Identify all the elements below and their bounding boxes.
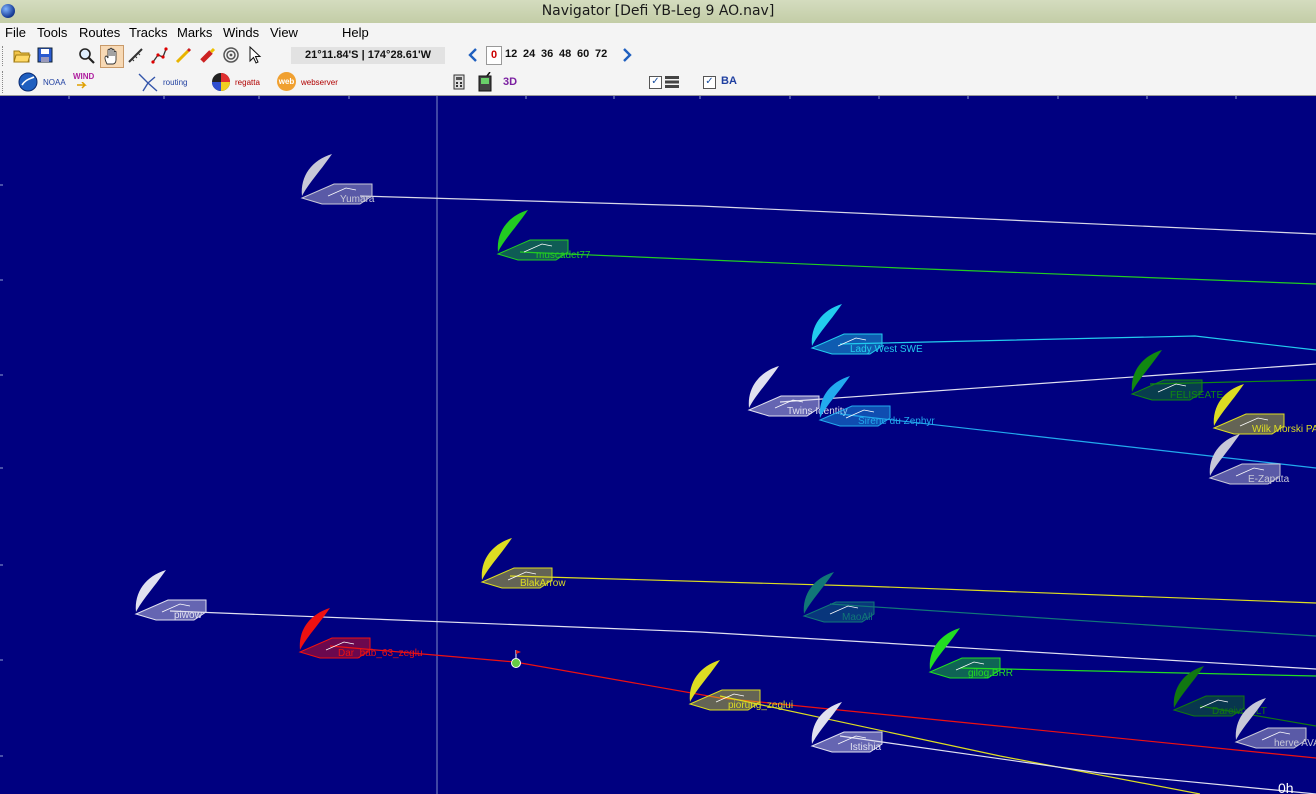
gps-device-icon[interactable] — [476, 72, 494, 92]
position-readout: 21°11.84'S | 174°28.61'W — [291, 47, 445, 64]
boat-name-label: BlakArrow — [520, 578, 566, 589]
plugin-toolbar: NOAA WIND routing regatta web webserver … — [0, 68, 1316, 96]
boat-name-label: FELISEATE — [1170, 390, 1223, 401]
menu-view[interactable]: View — [270, 25, 298, 40]
route-tool-icon[interactable] — [151, 47, 168, 64]
target-icon[interactable] — [222, 46, 240, 64]
hand-icon — [104, 47, 117, 65]
layer-checkbox[interactable]: ✓ — [649, 76, 662, 89]
ba-label: BA — [721, 75, 737, 87]
view-3d-button[interactable]: 3D — [503, 76, 517, 88]
hour-0-button[interactable]: 0 — [486, 46, 502, 65]
boat-name-label: Yumara — [340, 194, 375, 205]
eraser-icon[interactable] — [199, 47, 216, 64]
boat-name-label: Lady West SWE — [850, 344, 923, 355]
menu-marks[interactable]: Marks — [177, 25, 212, 40]
boat-name-label: Sirene du Zephyr — [858, 416, 935, 427]
window-title: Navigator [Defi YB-Leg 9 AO.nav] — [541, 3, 775, 19]
pan-button[interactable] — [100, 45, 124, 68]
wind-label[interactable]: WIND — [73, 72, 94, 81]
calculator-icon[interactable] — [453, 74, 465, 90]
boat-name-label: gilog.BRR — [968, 668, 1013, 679]
routing-label[interactable]: routing — [163, 78, 187, 87]
toolbar-grip[interactable] — [2, 46, 5, 66]
boat-name-label: MaoAll — [842, 612, 873, 623]
boat-name-label: Wilk Morski PAi — [1252, 424, 1316, 435]
measure-icon[interactable] — [127, 47, 144, 64]
boat-name-label: E-Zapata — [1248, 474, 1290, 485]
layers-icon[interactable] — [664, 75, 680, 89]
menu-tracks[interactable]: Tracks — [129, 25, 168, 40]
hour-36-button[interactable]: 36 — [541, 48, 553, 60]
hour-48-button[interactable]: 48 — [559, 48, 571, 60]
hour-60-button[interactable]: 60 — [577, 48, 589, 60]
pointer-icon[interactable] — [248, 46, 262, 64]
webserver-icon[interactable]: web — [277, 72, 296, 91]
save-icon[interactable] — [37, 47, 53, 63]
menu-help[interactable]: Help — [342, 25, 369, 40]
menu-tools[interactable]: Tools — [37, 25, 67, 40]
boat-name-label: piwow — [174, 610, 203, 621]
time-offset-label: 0h — [1278, 780, 1294, 794]
boat-name-label: Istishia — [850, 742, 882, 753]
chevron-left-icon[interactable] — [467, 47, 479, 63]
noaa-icon[interactable] — [18, 72, 38, 92]
zoom-icon[interactable] — [78, 47, 95, 64]
wind-arrow-icon — [77, 82, 87, 89]
webserver-label[interactable]: webserver — [301, 78, 338, 87]
boat-name-label: muscadet77 — [536, 250, 591, 261]
hour-24-button[interactable]: 24 — [523, 48, 535, 60]
regatta-label[interactable]: regatta — [235, 78, 260, 87]
regatta-icon[interactable] — [211, 72, 231, 92]
ba-checkbox[interactable]: ✓ — [703, 76, 716, 89]
hour-72-button[interactable]: 72 — [595, 48, 607, 60]
boat-name-label: Dar_bab_63_zeglu — [338, 648, 423, 659]
boat-name-label: piorung_zeglui — [728, 700, 793, 711]
noaa-label[interactable]: NOAA — [43, 78, 66, 87]
menu-winds[interactable]: Winds — [223, 25, 259, 40]
boat-name-label: herve AVA — [1274, 738, 1316, 749]
menu-routes[interactable]: Routes — [79, 25, 120, 40]
menu-file[interactable]: File — [5, 25, 26, 40]
routing-icon[interactable] — [137, 71, 159, 93]
menu-bar: File Tools Routes Tracks Marks Winds Vie… — [0, 23, 1316, 43]
hour-12-button[interactable]: 12 — [505, 48, 517, 60]
toolbar-grip-2[interactable] — [2, 71, 5, 93]
pencil-icon[interactable] — [175, 47, 192, 64]
main-toolbar: 21°11.84'S | 174°28.61'W 0 12 24 36 48 6… — [0, 43, 1316, 68]
chart-canvas[interactable]: Yumaramuscadet77Lady West SWEFELISEATETw… — [0, 96, 1316, 794]
chevron-right-icon[interactable] — [621, 47, 633, 63]
open-folder-icon[interactable] — [13, 47, 31, 63]
title-bar: Navigator [Defi YB-Leg 9 AO.nav] — [0, 0, 1316, 23]
